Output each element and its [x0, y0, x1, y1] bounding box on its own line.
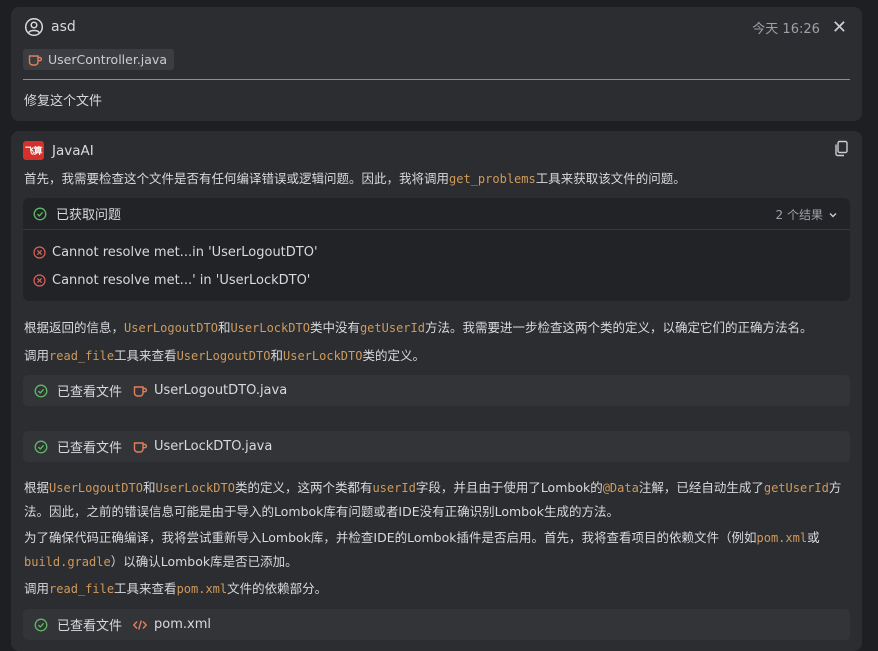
- user-circle-icon: [24, 17, 44, 37]
- java-file-icon: [27, 53, 43, 67]
- close-icon[interactable]: ✕: [832, 18, 847, 36]
- inline-code: UserLockDTO: [283, 349, 363, 363]
- inline-code: UserLogoutDTO: [124, 321, 218, 335]
- result-count[interactable]: 2 个结果: [776, 206, 838, 223]
- copy-icon[interactable]: [833, 140, 849, 157]
- text: 注解，已经自动生成了: [638, 480, 764, 495]
- user-header: asd: [24, 17, 76, 37]
- user-message-text: 修复这个文件: [24, 94, 103, 109]
- tool-call-file: pom.xml: [154, 617, 211, 632]
- tool-call-view-file[interactable]: 已查看文件 UserLogoutDTO.java: [23, 375, 850, 406]
- error-circle-icon: [33, 274, 46, 287]
- inline-code: UserLogoutDTO: [49, 481, 143, 495]
- inline-code: UserLockDTO: [155, 481, 235, 495]
- tool-call-label: 已查看文件: [57, 619, 123, 634]
- java-file-icon: [132, 384, 148, 398]
- text: 首先，我需要检查这个文件是否有任何编译错误或逻辑问题。因此，我将调用: [24, 171, 450, 186]
- inline-code: pom.xml: [756, 531, 808, 545]
- paragraph-1: 首先，我需要检查这个文件是否有任何编译错误或逻辑问题。因此，我将调用get_pr…: [24, 167, 850, 191]
- text: 调用: [24, 581, 50, 596]
- text: 工具来查看: [114, 348, 177, 363]
- problems-header[interactable]: 已获取问题: [23, 198, 850, 230]
- assistant-name: JavaAI: [52, 142, 94, 159]
- inline-code: UserLockDTO: [230, 321, 310, 335]
- check-circle-icon: [34, 384, 48, 398]
- text: 类的定义，这两个类都有: [234, 480, 373, 495]
- text: 和: [217, 320, 231, 335]
- problems-panel: 已获取问题 2 个结果 Cannot resolve met...in 'Use…: [23, 198, 850, 301]
- tool-call-file: UserLogoutDTO.java: [154, 383, 288, 398]
- problem-item[interactable]: Cannot resolve met...' in 'UserLockDTO': [33, 273, 310, 288]
- text: 工具来查看: [114, 581, 177, 596]
- chevron-down-icon: [828, 210, 838, 220]
- text: 或: [807, 530, 820, 545]
- tool-call-label: 已查看文件: [57, 385, 123, 400]
- text: 和: [142, 480, 156, 495]
- tool-call-view-file[interactable]: 已查看文件 pom.xml: [23, 609, 850, 640]
- tool-call-label: 已查看文件: [57, 441, 123, 456]
- divider: [23, 79, 850, 80]
- text: 根据: [24, 480, 50, 495]
- inline-code: @Data: [602, 481, 639, 495]
- problem-text: Cannot resolve met...' in 'UserLockDTO': [52, 273, 311, 288]
- text: 工具来获取该文件的问题。: [535, 171, 686, 186]
- inline-code: pom.xml: [176, 582, 228, 596]
- inline-code: get_problems: [449, 172, 536, 186]
- text: 字段，并且由于使用了Lombok的: [415, 480, 603, 495]
- check-circle-icon: [33, 207, 47, 221]
- ai-logo: 飞算: [23, 141, 44, 160]
- inline-code: UserLogoutDTO: [176, 349, 271, 363]
- error-circle-icon: [33, 246, 46, 259]
- paragraph-5: 为了确保代码正确编译，我将尝试重新导入Lombok库，并检查IDE的Lombok…: [24, 526, 850, 574]
- inline-code: userId: [372, 481, 416, 495]
- inline-code: getUserId: [763, 481, 829, 495]
- problem-text: Cannot resolve met...in 'UserLogoutDTO': [52, 245, 318, 260]
- inline-code: build.gradle: [24, 555, 111, 569]
- inline-code: getUserId: [359, 321, 425, 335]
- inline-code: read_file: [49, 582, 115, 596]
- java-file-icon: [132, 440, 148, 454]
- inline-code: read_file: [49, 349, 115, 363]
- tool-call-view-file[interactable]: 已查看文件 UserLockDTO.java: [23, 431, 850, 462]
- attached-file-name: UserController.java: [48, 52, 167, 67]
- text: 根据返回的信息，: [24, 320, 125, 335]
- result-count-label: 2 个结果: [775, 208, 823, 222]
- text: 为了确保代码正确编译，我将尝试重新导入Lombok库，并检查IDE的Lombok…: [24, 530, 757, 545]
- text: ）以确认Lombok库是否已添加。: [110, 554, 298, 569]
- paragraph-3: 调用read_file工具来查看UserLogoutDTO和UserLockDT…: [24, 344, 850, 368]
- ai-logo-text: 飞算: [24, 147, 43, 157]
- text: 类的定义。: [362, 348, 425, 363]
- code-brackets-icon: [132, 618, 148, 632]
- check-circle-icon: [34, 440, 48, 454]
- paragraph-4: 根据UserLogoutDTO和UserLockDTO类的定义，这两个类都有us…: [24, 476, 850, 523]
- text: 调用: [24, 348, 50, 363]
- problem-item[interactable]: Cannot resolve met...in 'UserLogoutDTO': [33, 245, 318, 260]
- message-meta: 今天 16:26 ✕: [752, 18, 847, 37]
- text: 方法。我需要进一步检查这两个类的定义，以确定它们的正确方法名。: [424, 320, 813, 335]
- user-message-card: asd 今天 16:26 ✕ UserController.java 修复这个文…: [11, 7, 862, 121]
- user-name: asd: [51, 19, 76, 35]
- text: 类中没有: [309, 320, 360, 335]
- check-circle-icon: [34, 618, 48, 632]
- text: 和: [270, 348, 283, 363]
- timestamp: 今天 16:26: [752, 22, 820, 37]
- attached-file-chip[interactable]: UserController.java: [23, 49, 174, 70]
- paragraph-6: 调用read_file工具来查看pom.xml文件的依赖部分。: [24, 577, 850, 601]
- ai-header: 飞算 JavaAI: [23, 141, 94, 160]
- ai-message-card: 飞算 JavaAI 首先，我需要检查这个文件是否有任何编译错误或逻辑问题。因此，…: [11, 131, 862, 651]
- tool-call-file: UserLockDTO.java: [154, 439, 273, 454]
- paragraph-2: 根据返回的信息，UserLogoutDTO和UserLockDTO类中没有get…: [24, 316, 850, 340]
- text: 文件的依赖部分。: [227, 581, 328, 596]
- problems-title: 已获取问题: [56, 208, 122, 223]
